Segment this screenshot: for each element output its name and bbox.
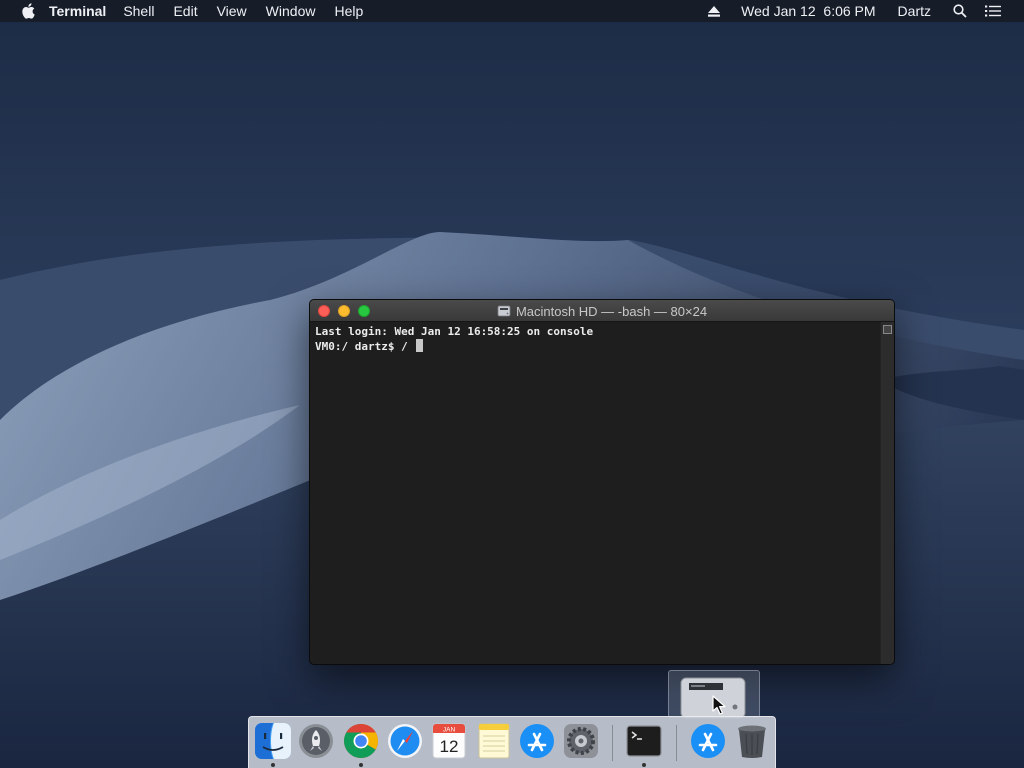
menubar-user[interactable]: Dartz: [898, 3, 931, 19]
chrome-icon[interactable]: [342, 722, 380, 760]
calendar-icon[interactable]: JAN 12: [430, 722, 468, 760]
hard-disk-icon: [497, 305, 511, 317]
split-pane-icon[interactable]: [883, 325, 892, 334]
mouse-pointer-icon: [712, 695, 726, 715]
menu-view[interactable]: View: [217, 0, 247, 22]
finder-running-indicator: [271, 763, 275, 767]
window-titlebar[interactable]: Macintosh HD — -bash — 80×24: [310, 300, 894, 322]
menu-edit[interactable]: Edit: [173, 0, 197, 22]
terminal-line-last-login: Last login: Wed Jan 12 16:58:25 on conso…: [315, 325, 594, 338]
menubar-clock[interactable]: Wed Jan 12 6:06 PM: [741, 3, 875, 19]
app-store-icon[interactable]: [518, 722, 556, 760]
terminal-icon[interactable]: [625, 722, 663, 760]
chrome-running-indicator: [359, 763, 363, 767]
notes-icon[interactable]: [475, 722, 513, 760]
terminal-output[interactable]: Last login: Wed Jan 12 16:58:25 on conso…: [310, 322, 880, 664]
safari-icon[interactable]: [386, 722, 424, 760]
window-title: Macintosh HD — -bash — 80×24: [310, 300, 894, 322]
app-store-download-icon[interactable]: [689, 722, 727, 760]
menu-bar: Terminal Shell Edit View Window Help Wed…: [0, 0, 1024, 22]
menu-help[interactable]: Help: [334, 0, 363, 22]
text-cursor: [416, 339, 424, 352]
terminal-running-indicator: [642, 763, 646, 767]
terminal-prompt: VM0:/ dartz$ /: [315, 340, 415, 353]
menu-app-terminal[interactable]: Terminal: [49, 0, 106, 22]
launchpad-icon[interactable]: [297, 722, 335, 760]
terminal-window[interactable]: Macintosh HD — -bash — 80×24 Last login:…: [309, 299, 895, 665]
apple-icon[interactable]: [21, 3, 35, 19]
menu-shell[interactable]: Shell: [123, 0, 154, 22]
eject-icon[interactable]: [708, 5, 721, 17]
window-title-text: Macintosh HD — -bash — 80×24: [515, 303, 708, 319]
dock-separator: [676, 725, 677, 761]
calendar-day: 12: [440, 737, 459, 756]
dock: JAN 12: [248, 716, 776, 768]
terminal-prompt-line[interactable]: VM0:/ dartz$ /: [315, 339, 875, 353]
dock-separator: [612, 725, 613, 761]
split-scroller[interactable]: [880, 322, 894, 664]
notification-center-icon[interactable]: [985, 5, 1001, 17]
spotlight-search-icon[interactable]: [953, 4, 967, 18]
finder-icon[interactable]: [254, 722, 292, 760]
calendar-month: JAN: [443, 727, 456, 734]
system-preferences-icon[interactable]: [562, 722, 600, 760]
menu-window[interactable]: Window: [266, 0, 316, 22]
trash-icon[interactable]: [733, 722, 771, 760]
